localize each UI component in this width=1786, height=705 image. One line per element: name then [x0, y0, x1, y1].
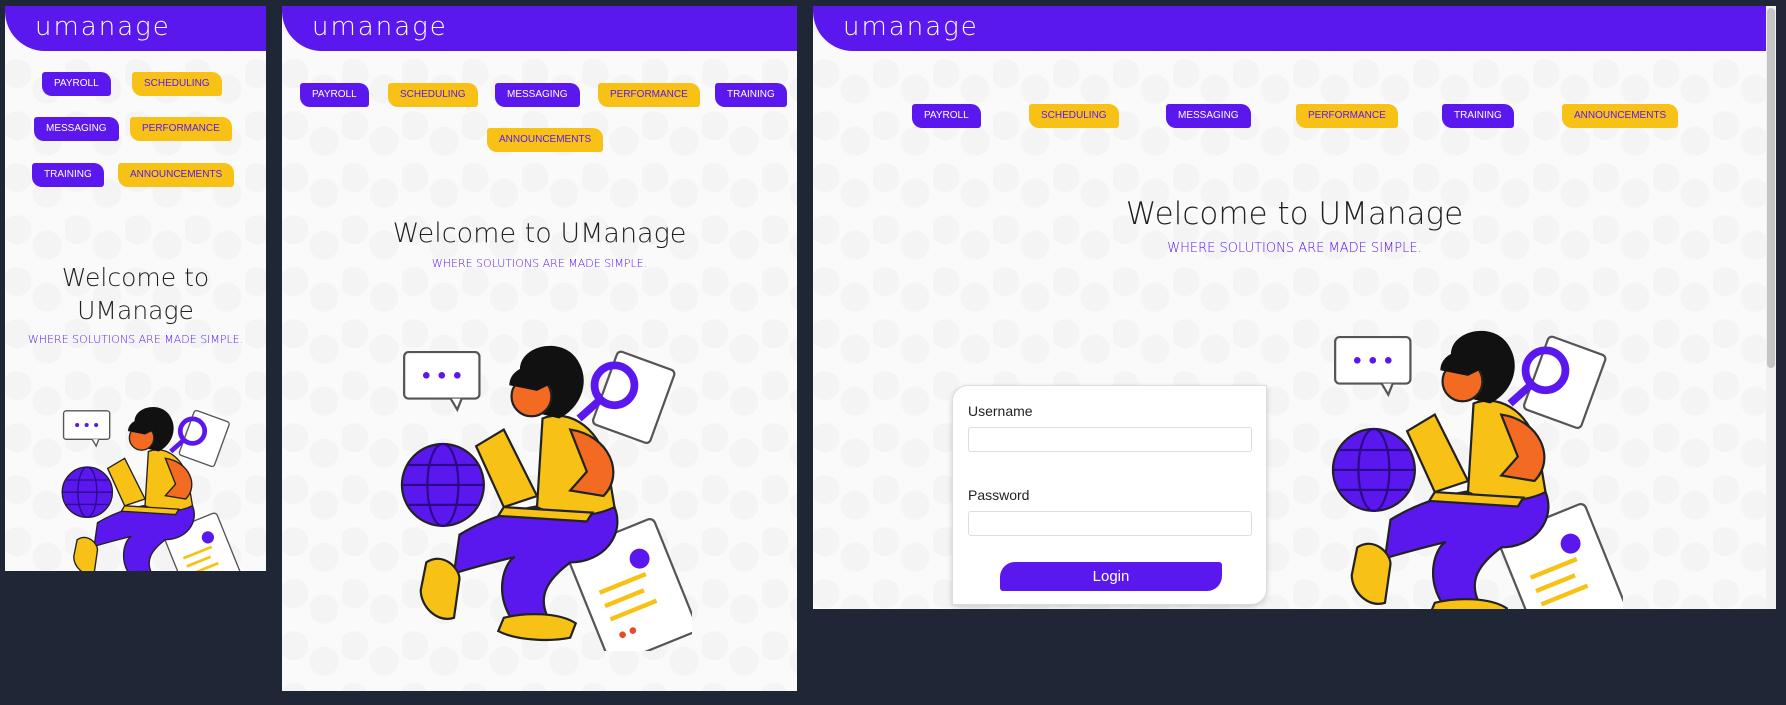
- mobile-preview: umanage PAYROLL SCHEDULING MESSAGING PER…: [5, 6, 266, 571]
- password-input[interactable]: [968, 511, 1252, 536]
- nav-announcements-button[interactable]: ANNOUNCEMENTS: [118, 163, 235, 187]
- nav-payroll-button[interactable]: PAYROLL: [300, 83, 369, 107]
- tablet-preview: umanage PAYROLL SCHEDULING MESSAGING PER…: [282, 6, 797, 691]
- desktop-preview: umanage PAYROLL SCHEDULING MESSAGING PER…: [813, 6, 1776, 609]
- username-label: Username: [968, 403, 1033, 419]
- nav-messaging-button[interactable]: MESSAGING: [495, 83, 580, 107]
- nav-messaging-button[interactable]: MESSAGING: [1166, 104, 1251, 128]
- hero-illustration: [382, 341, 692, 651]
- nav-announcements-button[interactable]: ANNOUNCEMENTS: [487, 128, 604, 152]
- nav-training-button[interactable]: TRAINING: [32, 163, 104, 187]
- nav-performance-button[interactable]: PERFORMANCE: [1296, 104, 1398, 128]
- tagline: WHERE SOLUTIONS ARE MADE SIMPLE.: [27, 333, 244, 346]
- hero-illustration: [30, 404, 260, 571]
- scrollbar-thumb[interactable]: [1767, 8, 1775, 368]
- page-title-line-2: UManage: [77, 296, 194, 325]
- tagline: WHERE SOLUTIONS ARE MADE SIMPLE.: [431, 257, 648, 270]
- nav-scheduling-button[interactable]: SCHEDULING: [1029, 104, 1119, 128]
- nav-messaging-button[interactable]: MESSAGING: [34, 117, 119, 141]
- page-title-line-1: Welcome to: [61, 263, 210, 292]
- nav-training-button[interactable]: TRAINING: [715, 83, 787, 107]
- login-form: Username Password Login: [952, 385, 1267, 605]
- nav-scheduling-button[interactable]: SCHEDULING: [388, 83, 478, 107]
- logo: umanage: [312, 12, 448, 42]
- header-bar: umanage: [282, 6, 797, 51]
- nav-announcements-button[interactable]: ANNOUNCEMENTS: [1562, 104, 1679, 128]
- page-title: Welcome to UManage: [1125, 196, 1464, 232]
- page-title: Welcome to UManage: [5, 261, 266, 327]
- password-label: Password: [968, 487, 1030, 503]
- page-title: Welcome to UManage: [392, 218, 687, 249]
- nav-payroll-button[interactable]: PAYROLL: [42, 72, 111, 96]
- nav-performance-button[interactable]: PERFORMANCE: [130, 117, 232, 141]
- login-button[interactable]: Login: [1000, 562, 1222, 591]
- header-bar: umanage: [813, 6, 1776, 51]
- nav-payroll-button[interactable]: PAYROLL: [912, 104, 981, 128]
- nav-training-button[interactable]: TRAINING: [1442, 104, 1514, 128]
- scrollbar[interactable]: [1766, 6, 1776, 609]
- logo: umanage: [843, 12, 979, 42]
- username-input[interactable]: [968, 427, 1252, 452]
- logo: umanage: [35, 12, 171, 42]
- nav-performance-button[interactable]: PERFORMANCE: [598, 83, 700, 107]
- header-bar: umanage: [5, 6, 266, 51]
- tagline: WHERE SOLUTIONS ARE MADE SIMPLE.: [1167, 241, 1422, 256]
- nav-scheduling-button[interactable]: SCHEDULING: [132, 72, 222, 96]
- hero-illustration: [1313, 326, 1623, 609]
